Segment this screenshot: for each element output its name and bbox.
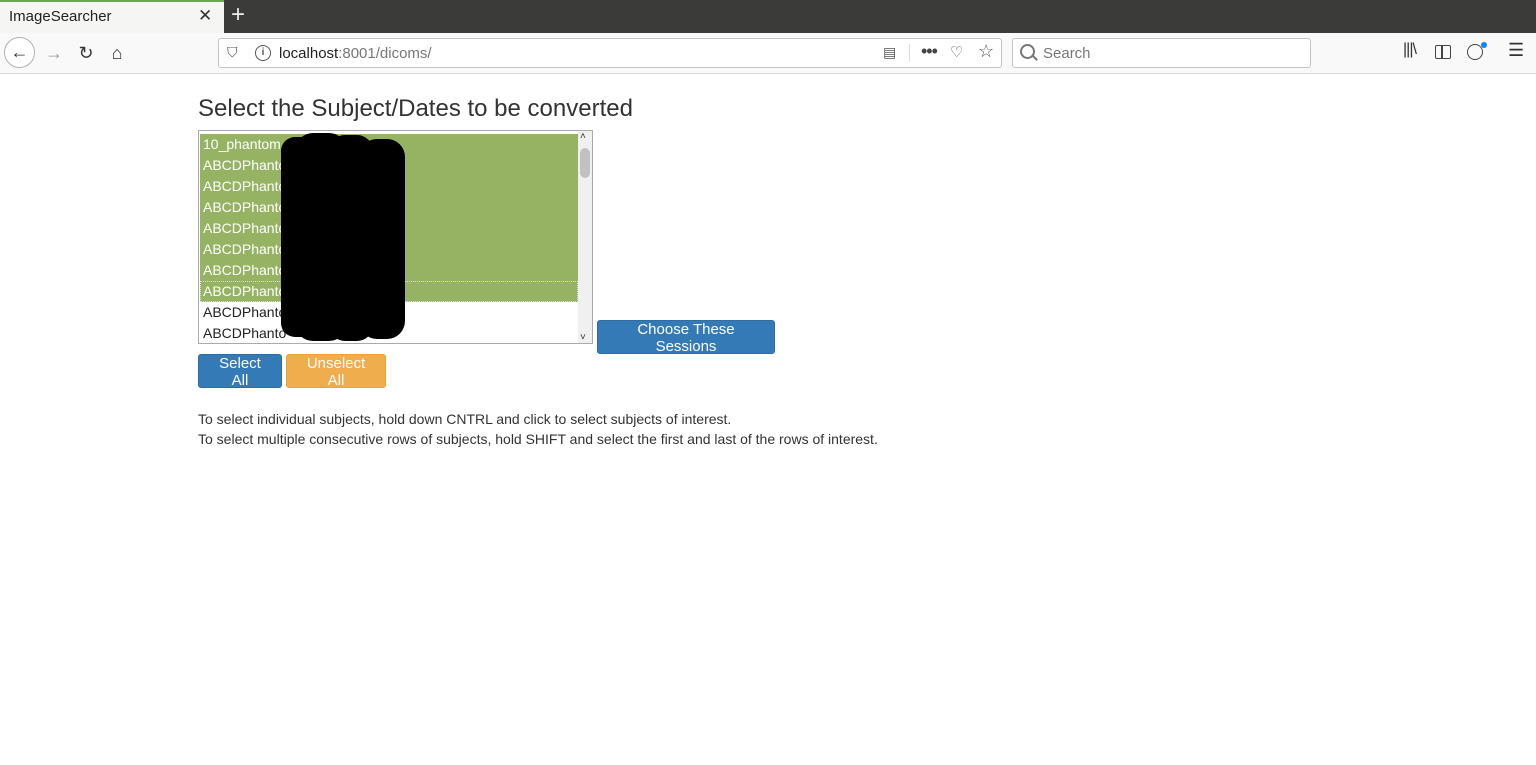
scroll-up-icon[interactable]: ˄ xyxy=(580,131,586,142)
search-placeholder: Search xyxy=(1043,45,1091,62)
listbox-scrollbar[interactable]: ˄ ˅ xyxy=(578,131,592,343)
hamburger-menu-icon[interactable]: ☰ xyxy=(1508,40,1524,61)
help-text-ctrl: To select individual subjects, hold down… xyxy=(198,411,732,427)
unselect-all-button[interactable]: Unselect All xyxy=(286,354,386,389)
navigation-toolbar: ← → ↻ ⌂ ⛉ i localhost:8001/dicoms/ ▤ •••… xyxy=(0,33,1536,74)
account-notification-dot xyxy=(1481,42,1487,48)
help-text-shift: To select multiple consecutive rows of s… xyxy=(198,431,878,447)
home-icon[interactable]: ⌂ xyxy=(106,38,128,68)
forward-arrow-icon[interactable]: → xyxy=(42,38,66,68)
back-arrow-icon[interactable]: ← xyxy=(4,37,35,68)
select-all-button[interactable]: Select All xyxy=(198,354,282,389)
scroll-thumb[interactable] xyxy=(580,148,590,178)
tab-title: ImageSearcher xyxy=(9,8,112,25)
tab-strip: ImageSearcher ✕ + xyxy=(0,0,1536,33)
close-icon[interactable]: ✕ xyxy=(198,6,212,26)
url-text[interactable]: localhost:8001/dicoms/ xyxy=(279,45,432,62)
tab-imagesearcher[interactable]: ImageSearcher ✕ xyxy=(0,0,224,33)
scroll-down-icon[interactable]: ˅ xyxy=(580,332,586,343)
pocket-icon[interactable]: ♡ xyxy=(950,43,963,61)
more-icon[interactable]: ••• xyxy=(921,41,938,62)
redaction-mark xyxy=(359,139,405,339)
subject-listbox[interactable]: 10_phantom ABCDPhanto ABCDPhanto ABCDPhanto… xyxy=(198,130,593,344)
reader-view-icon[interactable]: ▤ xyxy=(883,44,896,61)
choose-sessions-button[interactable]: Choose These Sessions xyxy=(597,320,775,355)
page-title: Select the Subject/Dates to be converted xyxy=(198,95,633,122)
search-input[interactable]: Search xyxy=(1012,38,1311,68)
sidebar-icon[interactable] xyxy=(1435,45,1451,59)
url-path: :8001/dicoms/ xyxy=(338,45,432,62)
new-tab-button[interactable]: + xyxy=(231,2,245,28)
url-bar[interactable]: ⛉ i localhost:8001/dicoms/ ▤ ••• ♡ ☆ xyxy=(218,38,1002,68)
url-host: localhost xyxy=(279,45,339,62)
info-icon[interactable]: i xyxy=(255,45,271,61)
url-separator xyxy=(909,44,910,62)
shield-icon[interactable]: ⛉ xyxy=(227,44,238,61)
star-icon[interactable]: ☆ xyxy=(978,41,994,62)
reload-icon[interactable]: ↻ xyxy=(75,38,97,68)
library-icon[interactable]: |||\ xyxy=(1403,41,1417,59)
search-icon xyxy=(1020,44,1035,59)
